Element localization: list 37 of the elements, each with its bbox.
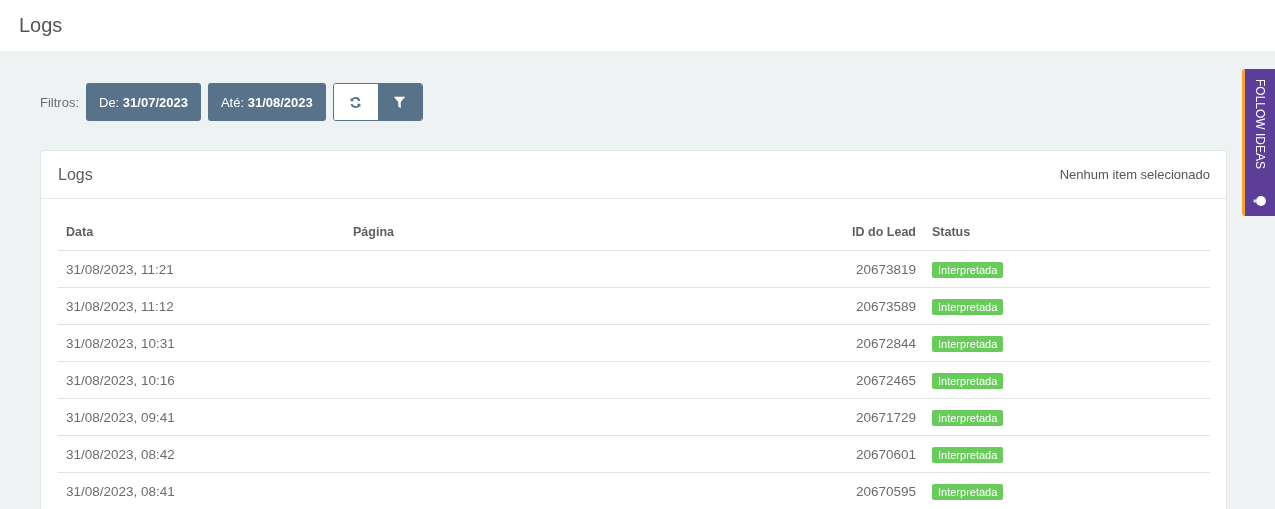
status-badge: Interpretada xyxy=(932,298,1004,315)
column-header: Página xyxy=(345,213,818,251)
filters-label: Filtros: xyxy=(40,94,79,110)
refresh-button[interactable] xyxy=(333,84,378,120)
feedback-side-tab[interactable]: FOLLOW IDEAS xyxy=(1242,69,1275,216)
status-badge: Interpretada xyxy=(932,372,1004,389)
status-badge: Interpretada xyxy=(932,409,1004,426)
lightbulb-icon xyxy=(1253,194,1267,208)
column-header: Status xyxy=(924,213,1210,251)
refresh-icon xyxy=(349,95,363,109)
table-cell: 31/08/2023, 08:41 xyxy=(58,472,345,509)
table-cell: 31/08/2023, 11:21 xyxy=(58,250,345,288)
status-badge: Interpretada xyxy=(932,261,1004,278)
table-cell: 20670595 xyxy=(818,472,924,509)
table-cell: 20672465 xyxy=(818,361,924,399)
start-date-button[interactable]: De: 31/07/2023 xyxy=(86,83,201,121)
table-cell: 31/08/2023, 11:12 xyxy=(58,287,345,325)
card-title: Logs xyxy=(58,165,93,184)
table-cell: 31/08/2023, 09:41 xyxy=(58,398,345,436)
status-badge: Interpretada xyxy=(932,483,1004,500)
table-cell: 20672844 xyxy=(818,324,924,362)
table-cell: 31/08/2023, 10:31 xyxy=(58,324,345,362)
end-date-button[interactable]: Até: 31/08/2023 xyxy=(207,83,326,121)
column-header: ID do Lead xyxy=(818,213,924,251)
column-header: Data xyxy=(58,213,345,251)
filter-icon xyxy=(393,95,407,109)
status-badge: Interpretada xyxy=(932,335,1004,352)
status-badge: Interpretada xyxy=(932,446,1004,463)
page-title: Logs xyxy=(19,14,63,37)
table-cell: 20673589 xyxy=(818,287,924,325)
selection-status: Nenhum item selecionado xyxy=(1059,167,1210,182)
filter-button[interactable] xyxy=(377,84,422,120)
table-cell: 20670601 xyxy=(818,435,924,473)
table-cell: 20671729 xyxy=(818,398,924,436)
table-cell: 31/08/2023, 08:42 xyxy=(58,435,345,473)
table-cell: 31/08/2023, 10:16 xyxy=(58,361,345,399)
table-cell: 20673819 xyxy=(818,250,924,288)
